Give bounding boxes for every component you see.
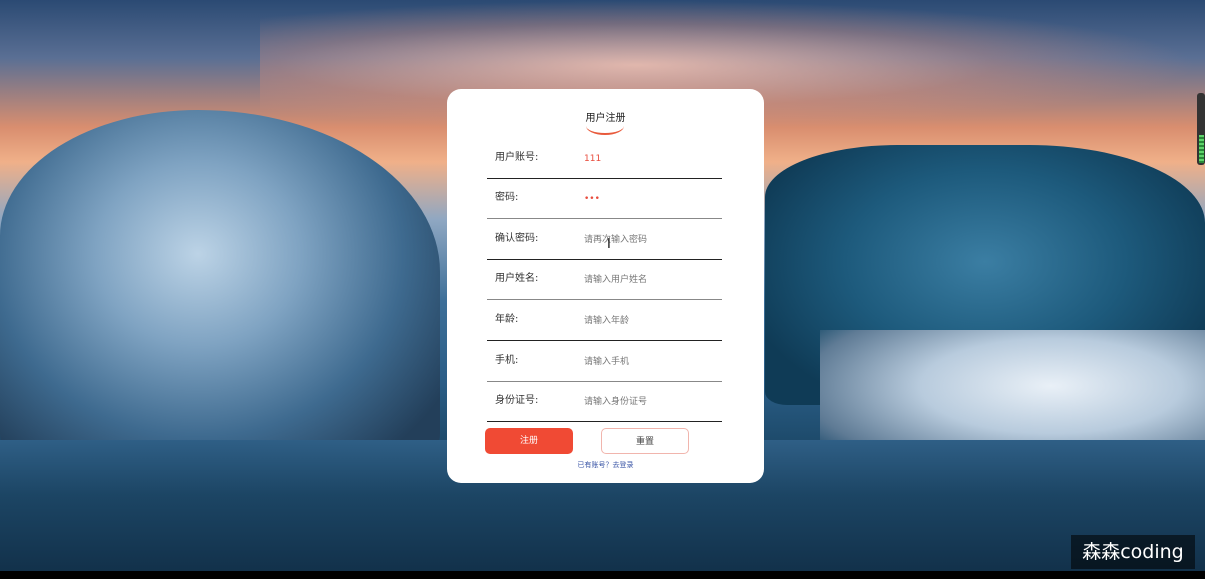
title-underline-decoration [586, 117, 624, 135]
field-row-confirm-password: 确认密码: [487, 219, 722, 260]
age-input[interactable] [584, 314, 714, 328]
register-button[interactable]: 注册 [485, 428, 573, 454]
reset-button[interactable]: 重置 [601, 428, 689, 454]
field-label-password: 密码: [495, 192, 519, 203]
field-row-password: 密码: [487, 178, 722, 219]
phone-input[interactable] [584, 355, 714, 369]
field-label-phone: 手机: [495, 355, 519, 366]
register-card: 用户注册 用户账号: 密码: 确认密码: 用户姓名: 年龄: 手机: 身份证号:… [447, 89, 764, 483]
field-row-age: 年龄: [487, 300, 722, 341]
login-link[interactable]: 已有账号？去登录 [447, 460, 764, 470]
field-label-confirm-password: 确认密码: [495, 233, 539, 244]
id-number-input[interactable] [584, 395, 714, 409]
background-ice-rock-left [0, 110, 440, 470]
name-input[interactable] [584, 273, 714, 287]
field-row-account: 用户账号: [487, 138, 722, 179]
bottom-edge [0, 571, 1205, 579]
password-input[interactable] [584, 192, 714, 206]
confirm-password-input[interactable] [584, 233, 714, 247]
field-row-name: 用户姓名: [487, 259, 722, 300]
field-label-account: 用户账号: [495, 152, 539, 163]
field-label-age: 年龄: [495, 314, 519, 325]
watermark: 森森coding [1071, 535, 1195, 569]
scrollbar-thumb[interactable] [1199, 135, 1204, 163]
text-cursor-icon: I [607, 237, 611, 252]
field-label-id-number: 身份证号: [495, 395, 539, 406]
field-label-name: 用户姓名: [495, 273, 539, 284]
field-row-id-number: 身份证号: [487, 381, 722, 422]
field-row-phone: 手机: [487, 341, 722, 382]
account-input[interactable] [584, 152, 714, 166]
